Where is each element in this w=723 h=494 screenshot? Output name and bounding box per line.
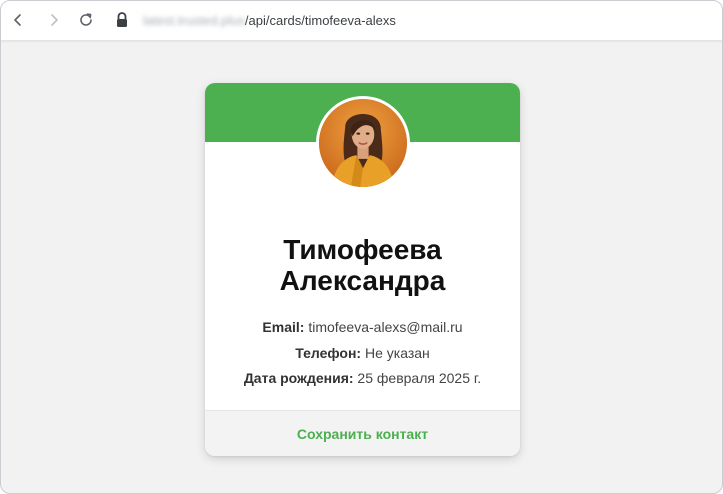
lock-icon[interactable] [115, 11, 129, 29]
forward-icon[interactable] [43, 9, 65, 31]
address-bar[interactable]: latest.trusted.plus/api/cards/timofeeva-… [143, 12, 396, 30]
url-host: latest.trusted.plus [143, 13, 245, 28]
email-label: Email: [262, 319, 305, 335]
email-value: timofeeva-alexs@mail.ru [308, 319, 463, 335]
email-row: Email: timofeeva-alexs@mail.ru [205, 318, 520, 336]
contact-last-name: Тимофеева [283, 234, 442, 265]
back-icon[interactable] [7, 9, 29, 31]
browser-toolbar: latest.trusted.plus/api/cards/timofeeva-… [1, 1, 722, 41]
birthdate-label: Дата рождения: [243, 370, 354, 386]
reload-icon[interactable] [75, 9, 97, 31]
avatar [316, 96, 410, 190]
card-footer: Сохранить контакт [205, 410, 520, 456]
phone-value: Не указан [364, 345, 430, 361]
phone-row: Телефон: Не указан [205, 344, 520, 362]
browser-window: latest.trusted.plus/api/cards/timofeeva-… [0, 0, 723, 494]
birthdate-row: Дата рождения: 25 февраля 2025 г. [205, 369, 520, 387]
url-path: /api/cards/timofeeva-alexs [244, 13, 396, 28]
save-contact-button[interactable]: Сохранить контакт [297, 426, 428, 442]
birthdate-value: 25 февраля 2025 г. [357, 370, 482, 386]
contact-name: Тимофеева Александра [205, 234, 520, 296]
phone-label: Телефон: [295, 345, 362, 361]
contact-first-name: Александра [279, 265, 446, 296]
contact-card: Тимофеева Александра Email: timofeeva-al… [205, 83, 520, 456]
